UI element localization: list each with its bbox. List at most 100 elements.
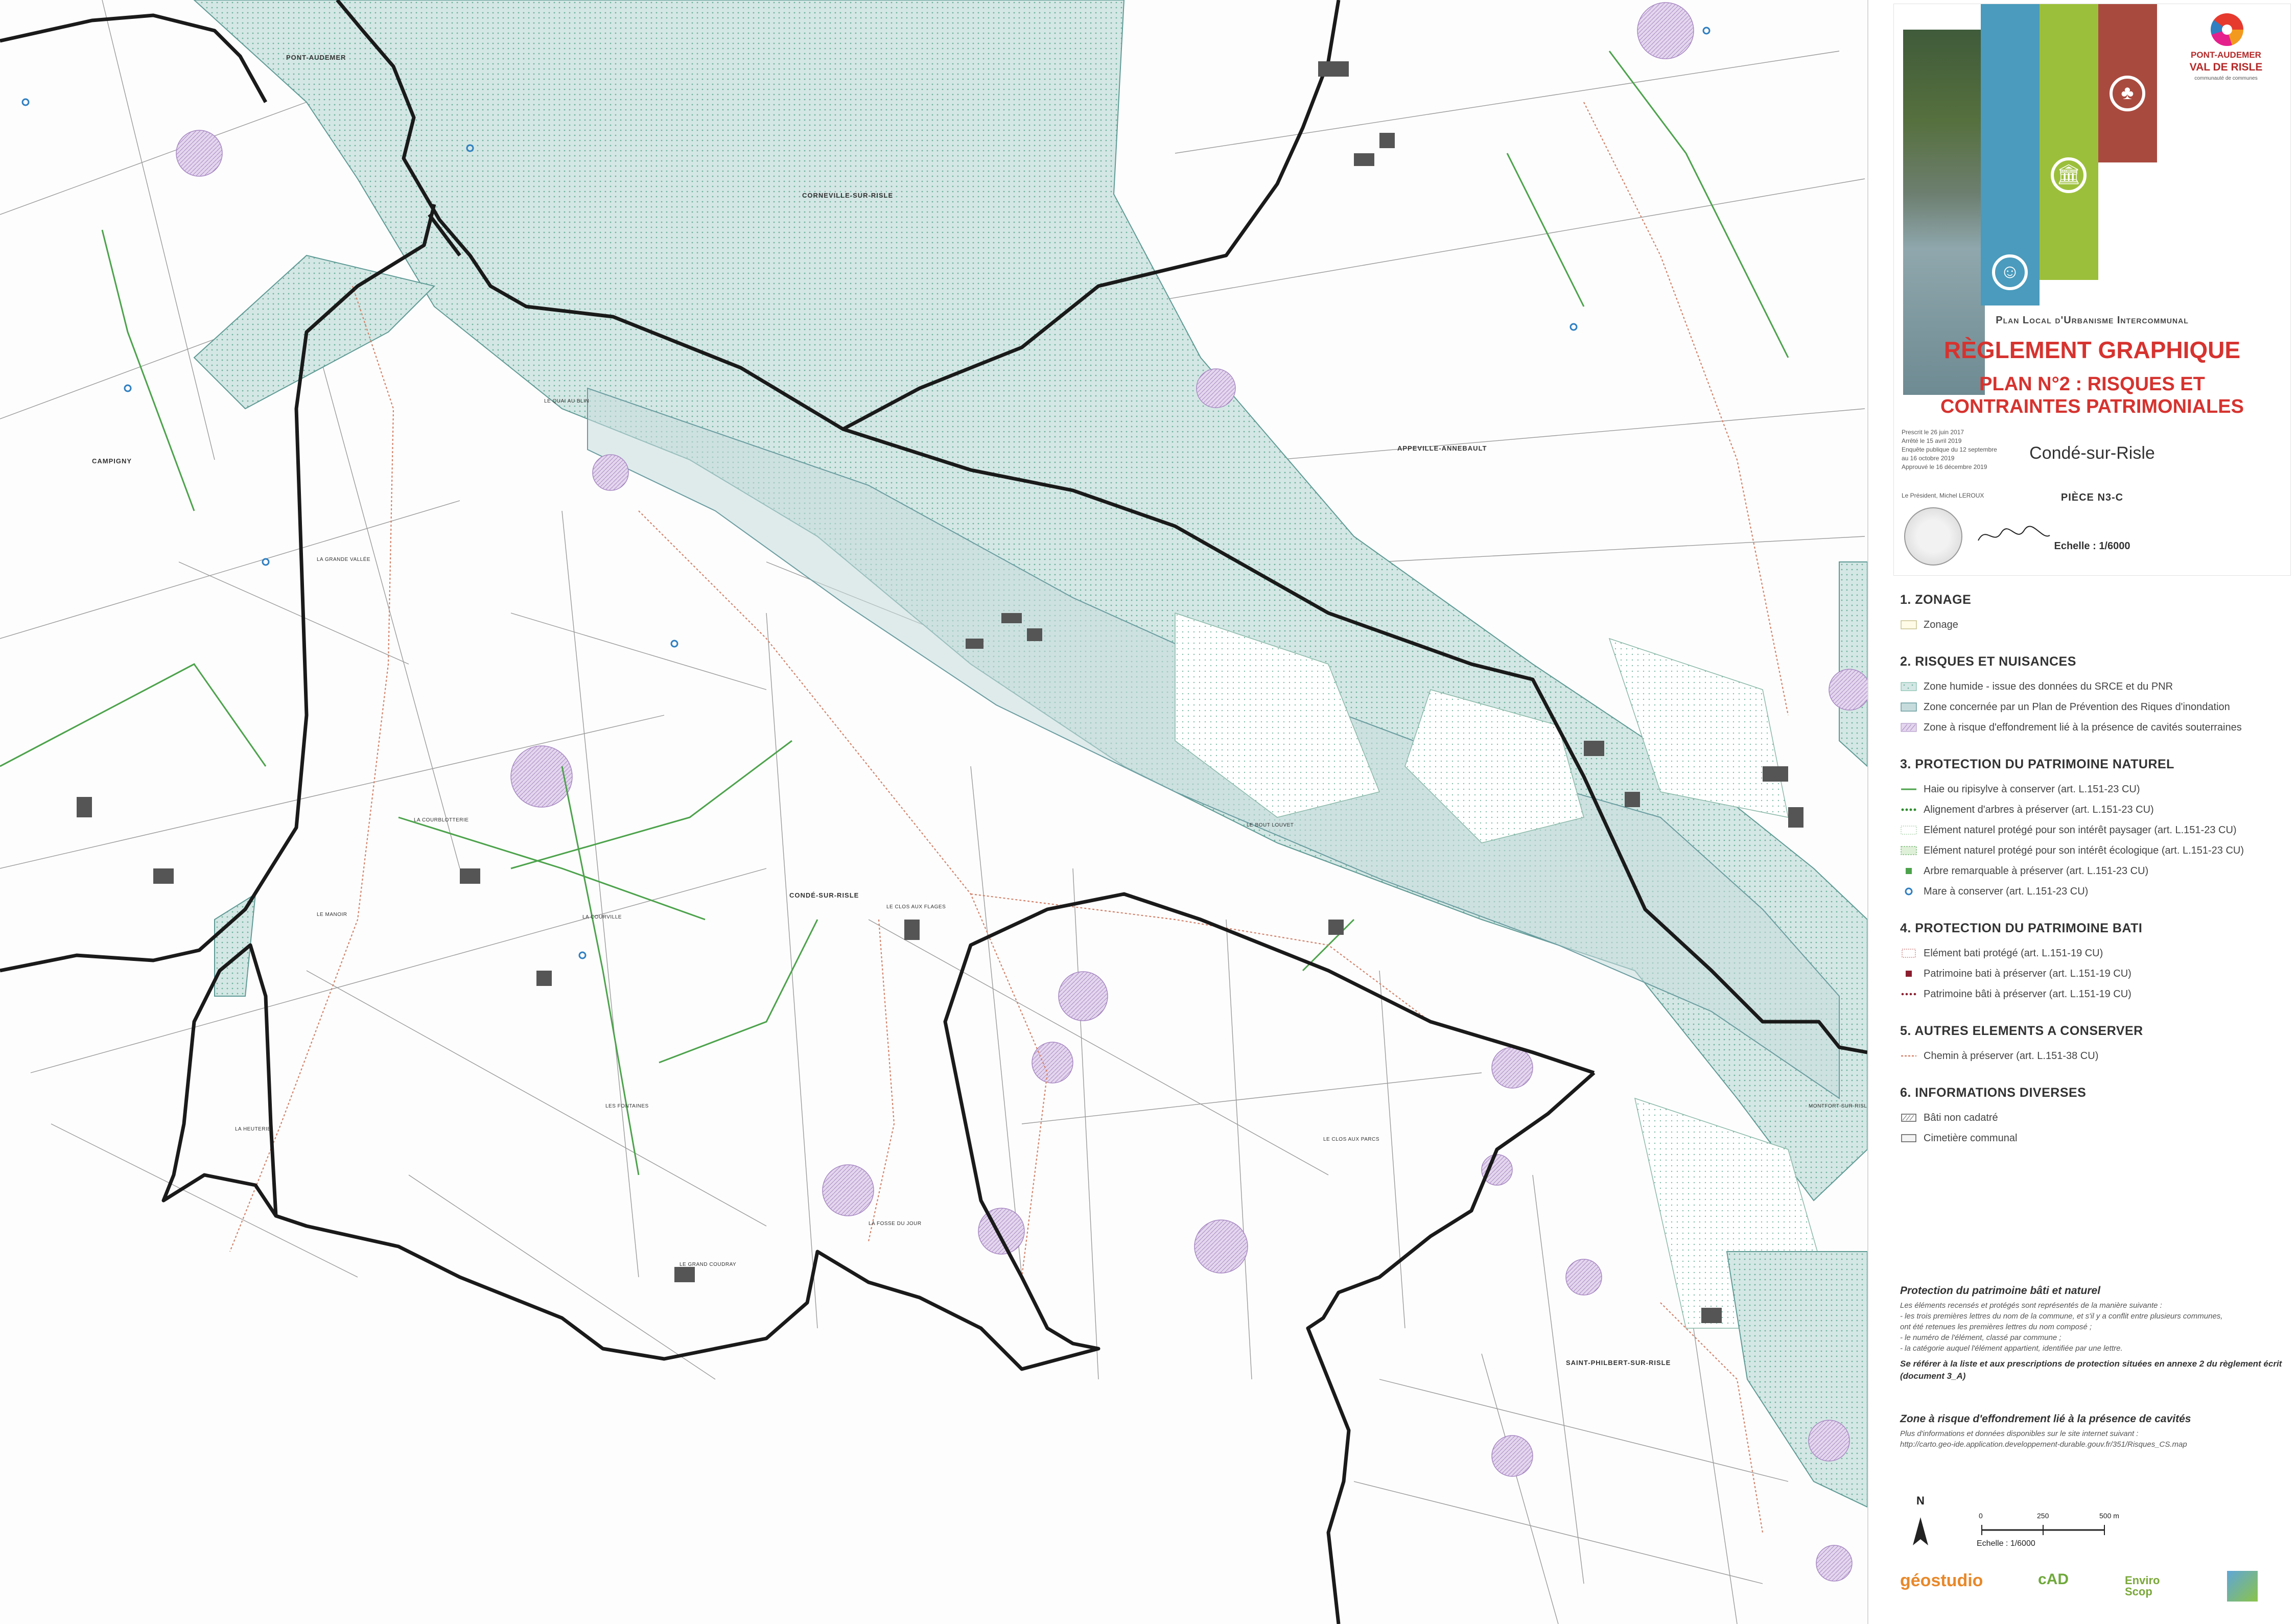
note-line: Plus d'informations et données disponibl… xyxy=(1900,1429,2139,1438)
note-reference: Se référer à la liste et aux prescriptio… xyxy=(1900,1359,2282,1381)
cavite-symbol-icon xyxy=(1900,722,1917,733)
date-line: Enquête publique du 12 septembre xyxy=(1902,446,1997,453)
legend-item-ecologique: Elément naturel protégé pour son intérêt… xyxy=(1900,840,2288,861)
enviroscop-logo: Enviro Scop xyxy=(2125,1575,2160,1597)
ppri-symbol-icon xyxy=(1900,701,1917,713)
cimetiere-symbol-icon xyxy=(1900,1133,1917,1144)
logo-line-3: communauté de communes xyxy=(2194,76,2258,81)
notes: Protection du patrimoine bâti et naturel… xyxy=(1900,1285,2288,1450)
legend-item-label: Elément naturel protégé pour son intérêt… xyxy=(1924,824,2237,836)
scale-tick-0: 0 xyxy=(1979,1512,1983,1520)
legend-item-label: Patrimoine bâti à préserver (art. L.151-… xyxy=(1924,988,2131,1000)
legend-item-label: Patrimoine bati à préserver (art. L.151-… xyxy=(1924,968,2131,979)
note-line: - les trois premières lettres du nom de … xyxy=(1900,1312,2223,1321)
sub-title-1: PLAN N°2 : RISQUES ET xyxy=(1979,373,2205,395)
note-link[interactable]: http://carto.geo-ide.application.develop… xyxy=(1900,1439,2288,1450)
legend-item-label: Elément bati protégé (art. L.151-19 CU) xyxy=(1924,947,2103,959)
place-pont-audemer: PONT-AUDEMER xyxy=(286,54,346,61)
paysager-symbol-icon xyxy=(1900,825,1917,836)
bati-protege-symbol-icon xyxy=(1900,948,1917,959)
place-appeville: APPEVILLE-ANNEBAULT xyxy=(1397,444,1487,452)
epci-logo: PONT-AUDEMER VAL DE RISLE communauté de … xyxy=(2172,13,2280,90)
legend-item-nonbati: Bâti non cadatré xyxy=(1900,1108,2288,1128)
plant-icon: ♣ xyxy=(2110,76,2145,111)
place-courville: LA COURVILLE xyxy=(582,914,622,920)
sub-title-2: CONTRAINTES PATRIMONIALES xyxy=(1940,396,2244,417)
legend-item-cavite: Zone à risque d'effondrement lié à la pr… xyxy=(1900,717,2288,738)
legend-item-label: Cimetière communal xyxy=(1924,1132,2018,1144)
scale-bar: N 0 250 500 m Echelle : 1/6000 xyxy=(1900,1494,2288,1550)
place-fontaines: LES FONTAINES xyxy=(605,1103,649,1109)
place-bout-louvet: LE BOUT LOUVET xyxy=(1247,822,1294,828)
legend-panel: ☺ 🏛 ♣ PONT-AUDEMER VAL DE RISLE communau… xyxy=(1867,0,2296,1624)
legend-item-label: Zone concernée par un Plan de Prévention… xyxy=(1924,701,2230,713)
scale-tick-250: 250 xyxy=(2037,1512,2049,1520)
date-line: Approuvé le 16 décembre 2019 xyxy=(1902,463,1987,470)
legend-item-mare: Mare à conserver (art. L.151-23 CU) xyxy=(1900,881,2288,902)
legend-item-bati-ligne: Patrimoine bâti à préserver (art. L.151-… xyxy=(1900,984,2288,1004)
band-red: ♣ xyxy=(2098,4,2157,162)
legend-item-alignement: Alignement d'arbres à préserver (art. L.… xyxy=(1900,799,2288,820)
head-icon: ☺ xyxy=(1992,254,2028,290)
legend-item-haie: Haie ou ripisylve à conserver (art. L.15… xyxy=(1900,779,2288,799)
map-view[interactable]: PONT-AUDEMER CORNEVILLE-SUR-RISLE CAMPIG… xyxy=(0,0,1867,1624)
place-manoir: LE MANOIR xyxy=(317,912,347,917)
bati-ligne-symbol-icon xyxy=(1900,988,1917,1000)
place-grande-vallee: LA GRANDE VALLÉE xyxy=(317,557,371,562)
legend-item-arbre: Arbre remarquable à préserver (art. L.15… xyxy=(1900,861,2288,881)
date-line: Arrêté le 15 avril 2019 xyxy=(1902,437,1962,444)
place-montfort: MONTFORT-SUR-RISLE xyxy=(1809,1103,1867,1109)
chemin-symbol-icon xyxy=(1900,1050,1917,1062)
building-icon: 🏛 xyxy=(2051,157,2087,193)
sub-title: PLAN N°2 : RISQUES ET CONTRAINTES PATRIM… xyxy=(1894,373,2290,418)
map-canvas xyxy=(0,0,1867,1624)
legend-item-label: Zone humide - issue des données du SRCE … xyxy=(1924,680,2173,692)
legend-item-ppri: Zone concernée par un Plan de Prévention… xyxy=(1900,697,2288,717)
band-blue: ☺ xyxy=(1981,4,2040,305)
place-quai-au-blin: LE QUAI AU BLIN xyxy=(544,398,590,404)
note-line: - le numéro de l'élément, classé par com… xyxy=(1900,1333,2061,1342)
band-green: 🏛 xyxy=(2040,4,2098,280)
note-line: ont été retenues les premières lettres d… xyxy=(1900,1323,2092,1331)
place-fosse-du-jour: LA FOSSE DU JOUR xyxy=(869,1221,922,1227)
date-line: au 16 octobre 2019 xyxy=(1902,455,1955,462)
plu-label: Plan Local d'Urbanisme Intercommunal xyxy=(1996,315,2189,326)
legend-item-label: Haie ou ripisylve à conserver (art. L.15… xyxy=(1924,783,2140,795)
ecologique-symbol-icon xyxy=(1900,845,1917,856)
wetland-west xyxy=(193,254,435,997)
legend-section-title: 2. RISQUES ET NUISANCES xyxy=(1900,654,2076,669)
logo-line-2: VAL DE RISLE xyxy=(2189,61,2263,73)
arbre-symbol-icon xyxy=(1900,865,1917,877)
place-clos-aux-parcs: LE CLOS AUX PARCS xyxy=(1323,1137,1380,1142)
legend-section-title: 3. PROTECTION DU PATRIMOINE NATUREL xyxy=(1900,757,2174,771)
legend-item-chemin: Chemin à préserver (art. L.151-38 CU) xyxy=(1900,1046,2288,1066)
legend-item-cimetiere: Cimetière communal xyxy=(1900,1128,2288,1148)
mare-symbol-icon xyxy=(1900,886,1917,897)
scale-caption: Echelle : 1/6000 xyxy=(1977,1539,2035,1548)
note-line: Les éléments recensés et protégés sont r… xyxy=(1900,1301,2162,1310)
place-clos-aux-flages: LE CLOS AUX FLAGES xyxy=(886,904,946,910)
place-campigny: CAMPIGNY xyxy=(92,457,132,465)
place-courblotterie: LA COURBLOTTERIE xyxy=(414,817,469,823)
legend-item-bati-protege: Elément bati protégé (art. L.151-19 CU) xyxy=(1900,943,2288,963)
place-saint-philbert: SAINT-PHILBERT-SUR-RISLE xyxy=(1566,1359,1671,1367)
legend-item-label: Arbre remarquable à préserver (art. L.15… xyxy=(1924,865,2149,877)
enviroscop-line-2: Scop xyxy=(2125,1585,2152,1598)
place-corneville: CORNEVILLE-SUR-RISLE xyxy=(802,192,894,199)
commune-boundary-west xyxy=(161,892,1595,1371)
legend-item-paysager: Elément naturel protégé pour son intérêt… xyxy=(1900,820,2288,840)
legend-item-label: Alignement d'arbres à préserver (art. L.… xyxy=(1924,804,2154,815)
scale-tick-500: 500 m xyxy=(2099,1512,2119,1520)
bati-point-symbol-icon xyxy=(1900,968,1917,979)
legend-item-label: Chemin à préserver (art. L.151-38 CU) xyxy=(1924,1050,2099,1062)
partner-logos: géostudio cAD Enviro Scop xyxy=(1900,1566,2288,1612)
legend-item-label: Mare à conserver (art. L.151-23 CU) xyxy=(1924,885,2089,897)
note-line: - la catégorie auquel l'élément appartie… xyxy=(1900,1344,2123,1353)
main-title: RÈGLEMENT GRAPHIQUE xyxy=(1943,337,2241,363)
scale-bar-graphic xyxy=(1913,1517,2105,1545)
title-block: ☺ 🏛 ♣ PONT-AUDEMER VAL DE RISLE communau… xyxy=(1894,4,2290,575)
logo-line-1: PONT-AUDEMER xyxy=(2191,50,2261,60)
logo-flower-icon xyxy=(2211,13,2243,46)
legend: 1. ZONAGE Zonage 2. RISQUES ET NUISANCES Zo… xyxy=(1900,593,2288,1148)
signature xyxy=(1978,526,2050,541)
